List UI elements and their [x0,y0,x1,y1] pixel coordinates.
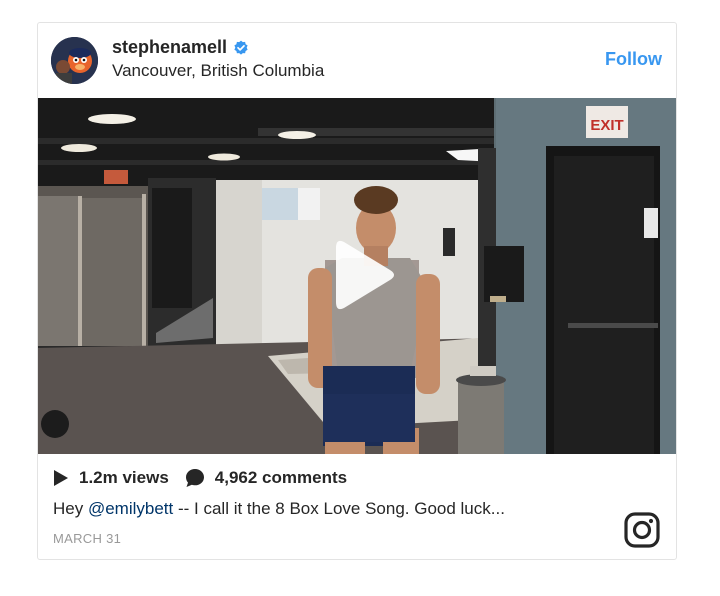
views-stat: 1.2m views [53,468,169,488]
comments-count: 4,962 comments [214,468,348,487]
play-small-icon [54,470,68,486]
instagram-embed-card: stephenamell Vancouver, British Columbia… [37,22,677,560]
verified-badge-icon [234,40,248,55]
username[interactable]: stephenamell [112,37,227,58]
caption-mention-link[interactable]: @emilybett [88,499,173,518]
post-header: stephenamell Vancouver, British Columbia… [38,23,676,98]
video-media[interactable]: EXIT [38,98,676,454]
follow-button[interactable]: Follow [605,49,662,70]
instagram-logo-icon[interactable] [624,512,660,548]
post-stats: 1.2m views 4,962 comments [53,468,347,488]
post-date[interactable]: MARCH 31 [53,531,121,546]
comments-stat[interactable]: 4,962 comments [185,468,347,488]
exit-sign-text: EXIT [590,117,623,134]
play-icon[interactable] [324,238,398,312]
views-count: 1.2m views [79,468,169,487]
username-row: stephenamell [112,37,249,58]
comment-bubble-icon [185,469,204,487]
post-caption: Hey @emilybett -- I call it the 8 Box Lo… [53,499,505,519]
caption-prefix: Hey [53,499,88,518]
avatar[interactable] [51,37,98,84]
caption-text: -- I call it the 8 Box Love Song. Good l… [173,499,505,518]
post-location[interactable]: Vancouver, British Columbia [112,61,324,81]
post-footer: 1.2m views 4,962 comments Hey @emilybett… [38,454,676,559]
